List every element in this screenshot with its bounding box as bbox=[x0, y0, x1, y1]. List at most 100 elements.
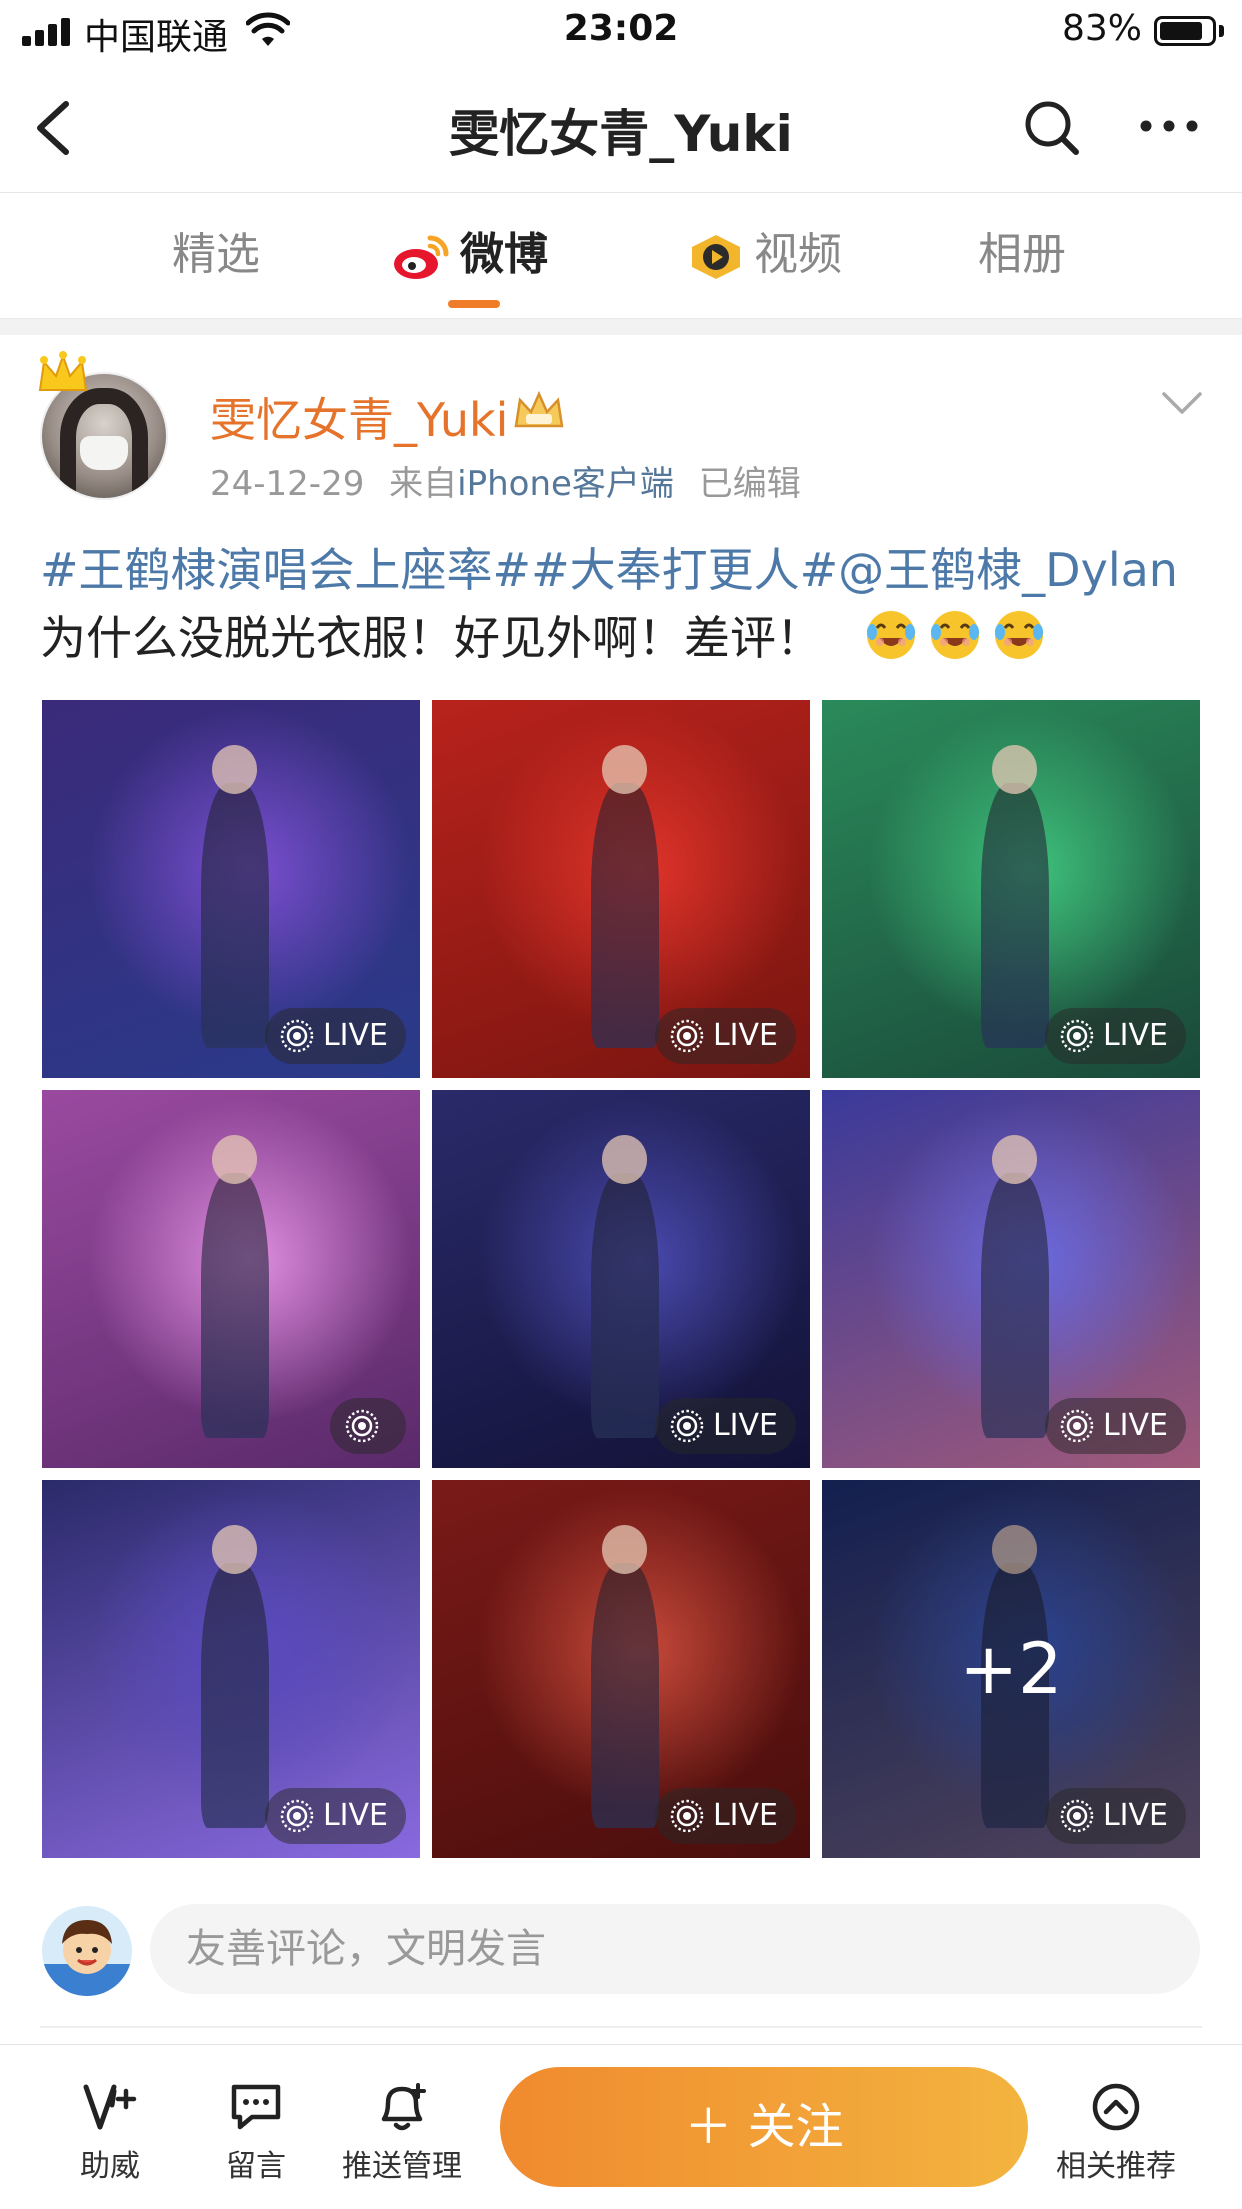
tab-video[interactable]: 视频 bbox=[688, 220, 842, 290]
performer-head bbox=[602, 745, 648, 795]
search-icon[interactable] bbox=[1022, 94, 1082, 158]
laughing-crying-emoji bbox=[930, 611, 979, 659]
photo-thumbnail[interactable]: +2 LIVE bbox=[822, 1480, 1200, 1858]
live-photo-icon bbox=[280, 1799, 314, 1833]
performer-head bbox=[602, 1525, 648, 1575]
related-recommend-button[interactable]: 相关推荐 bbox=[1046, 2081, 1186, 2185]
live-photo-icon bbox=[670, 1799, 704, 1833]
related-label: 相关推荐 bbox=[1056, 2149, 1176, 2184]
performer-figure bbox=[590, 783, 659, 1048]
live-photo-badge: LIVE bbox=[1044, 1788, 1186, 1844]
performer-head bbox=[602, 1135, 648, 1185]
clock: 23:02 bbox=[563, 8, 679, 49]
chevron-down-icon[interactable] bbox=[1160, 388, 1204, 418]
boost-label: 助威 bbox=[80, 2149, 140, 2184]
laughing-crying-emoji bbox=[994, 611, 1043, 659]
active-tab-indicator bbox=[448, 300, 500, 308]
performer-head bbox=[212, 1135, 258, 1185]
cartoon-avatar-icon bbox=[42, 1920, 132, 1996]
battery-tip bbox=[1219, 25, 1224, 37]
performer-figure bbox=[200, 1173, 269, 1438]
photo-thumbnail[interactable]: LIVE bbox=[42, 1480, 420, 1858]
tab-label: 视频 bbox=[754, 229, 842, 280]
tab-label: 微博 bbox=[460, 229, 548, 280]
post-source[interactable]: iPhone客户端 bbox=[457, 464, 674, 504]
vip-crown-badge-icon bbox=[514, 390, 564, 428]
status-bar: 中国联通 23:02 83% bbox=[0, 0, 1242, 64]
live-label: LIVE bbox=[712, 1798, 778, 1833]
divider bbox=[40, 2026, 1202, 2028]
photo-thumbnail[interactable]: LIVE bbox=[432, 1090, 810, 1468]
boost-button[interactable]: 助威 bbox=[40, 2081, 180, 2185]
message-button[interactable]: 留言 bbox=[186, 2081, 326, 2185]
live-photo-icon bbox=[1060, 1409, 1094, 1443]
live-photo-badge: LIVE bbox=[654, 1008, 796, 1064]
live-photo-badge bbox=[330, 1398, 406, 1454]
photo-thumbnail[interactable]: LIVE bbox=[432, 1480, 810, 1858]
live-photo-icon bbox=[345, 1409, 379, 1443]
performer-figure bbox=[590, 1173, 659, 1438]
tab-album[interactable]: 相册 bbox=[978, 220, 1066, 290]
emoji-row bbox=[855, 611, 1047, 665]
more-options-icon[interactable] bbox=[1134, 94, 1204, 158]
crown-icon bbox=[38, 351, 88, 391]
live-photo-icon bbox=[280, 1019, 314, 1053]
battery-level bbox=[1160, 22, 1202, 40]
live-label: LIVE bbox=[322, 1798, 388, 1833]
bell-icon bbox=[381, 2083, 426, 2131]
live-photo-badge: LIVE bbox=[1044, 1008, 1186, 1064]
battery-percent: 83% bbox=[1061, 8, 1142, 49]
post-date: 24-12-29 bbox=[210, 464, 365, 504]
live-photo-icon bbox=[1060, 1799, 1094, 1833]
live-photo-badge: LIVE bbox=[264, 1788, 406, 1844]
performer-figure bbox=[200, 1563, 269, 1828]
photo-thumbnail[interactable] bbox=[42, 1090, 420, 1468]
photo-thumbnail[interactable]: LIVE bbox=[42, 700, 420, 1078]
live-photo-icon bbox=[670, 1409, 704, 1443]
boost-icon bbox=[83, 2084, 137, 2130]
tab-weibo[interactable]: 微博 bbox=[392, 220, 548, 290]
edited-label: 已编辑 bbox=[698, 464, 801, 504]
performer-figure bbox=[980, 783, 1049, 1048]
live-photo-icon bbox=[670, 1019, 704, 1053]
author-avatar[interactable] bbox=[38, 351, 168, 500]
author-name[interactable]: 雯忆女青_Yuki bbox=[210, 384, 508, 450]
tab-featured[interactable]: 精选 bbox=[172, 220, 260, 290]
photo-thumbnail[interactable]: LIVE bbox=[822, 1090, 1200, 1468]
post-meta: 24-12-29 来自iPhone客户端 已编辑 bbox=[210, 456, 801, 505]
live-label: LIVE bbox=[1102, 1408, 1168, 1443]
performer-head bbox=[212, 745, 258, 795]
photo-thumbnail[interactable]: LIVE bbox=[822, 700, 1200, 1078]
follow-button[interactable]: ＋ 关注 bbox=[500, 2067, 1028, 2187]
message-label: 留言 bbox=[226, 2149, 286, 2184]
post-hashtags[interactable]: #王鹤棣演唱会上座率##大奉打更人#@王鹤棣_Dylan bbox=[40, 536, 1210, 604]
message-icon bbox=[231, 2084, 281, 2130]
live-photo-badge: LIVE bbox=[264, 1008, 406, 1064]
live-photo-badge: LIVE bbox=[654, 1788, 796, 1844]
live-label: LIVE bbox=[1102, 1018, 1168, 1053]
performer-head bbox=[212, 1525, 258, 1575]
video-icon bbox=[692, 235, 740, 279]
post-body-line: 为什么没脱光衣服！好见外啊！差评！ bbox=[40, 604, 1210, 672]
source-prefix: 来自 bbox=[389, 464, 458, 504]
comment-input[interactable]: 友善评论，文明发言 bbox=[150, 1904, 1200, 1994]
tab-label: 相册 bbox=[978, 229, 1066, 280]
live-label: LIVE bbox=[322, 1018, 388, 1053]
live-photo-icon bbox=[1060, 1019, 1094, 1053]
performer-head bbox=[992, 745, 1038, 795]
post-body: 为什么没脱光衣服！好见外啊！差评！ bbox=[40, 611, 822, 665]
section-divider bbox=[0, 318, 1242, 335]
chevron-up-circle-icon bbox=[1092, 2083, 1140, 2131]
weibo-logo-icon bbox=[394, 235, 449, 279]
performer-figure bbox=[980, 1173, 1049, 1438]
push-management-button[interactable]: 推送管理 bbox=[332, 2081, 472, 2185]
photo-thumbnail[interactable]: LIVE bbox=[432, 700, 810, 1078]
post-text: #王鹤棣演唱会上座率##大奉打更人#@王鹤棣_Dylan 为什么没脱光衣服！好见… bbox=[40, 536, 1210, 672]
nav-bar: 雯忆女青_Yuki bbox=[0, 64, 1242, 193]
live-label: LIVE bbox=[712, 1018, 778, 1053]
push-label: 推送管理 bbox=[342, 2149, 462, 2184]
performer-head bbox=[992, 1135, 1038, 1185]
bottom-toolbar: 助威 留言 推送管理 ＋ 关注 相关推荐 bbox=[0, 2044, 1242, 2209]
live-label: LIVE bbox=[1102, 1798, 1168, 1833]
live-photo-badge: LIVE bbox=[654, 1398, 796, 1454]
